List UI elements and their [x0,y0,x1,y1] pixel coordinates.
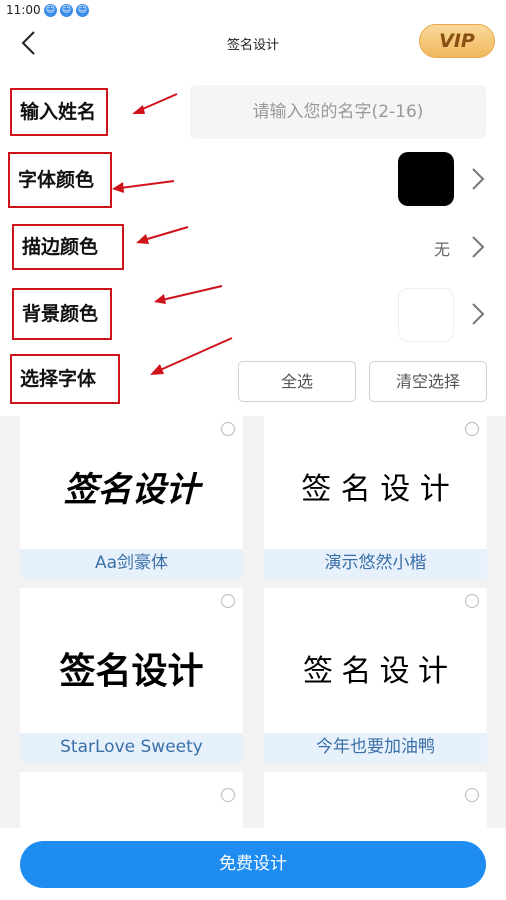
name-input[interactable]: 请输入您的名字(2-16) [190,85,486,139]
chevron-right-icon[interactable] [470,301,486,327]
clear-selection-button[interactable]: 清空选择 [369,361,487,402]
status-bar: 11:00 ☺ ☺ ☺ [0,0,506,22]
chevron-right-icon[interactable] [470,166,486,192]
font-sample: 签名设计 [63,470,200,510]
annotation-arrow [136,226,189,244]
font-radio[interactable] [465,422,479,436]
font-radio[interactable] [221,594,235,608]
bg-color-label: 背景颜色 [12,288,112,340]
annotation-arrow [112,180,175,193]
font-card[interactable]: 签 名 设 计 演示悠然小楷 [264,416,487,578]
stroke-color-value[interactable]: 无 [434,236,450,260]
font-name: StarLove Sweety [20,733,243,762]
font-sample: 签名设计 [59,650,204,691]
free-design-button[interactable]: 免费设计 [20,841,486,888]
annotation-arrow [132,93,178,114]
font-card[interactable]: 签 名 设 计 今年也要加油鸭 [264,588,487,762]
notification-icon: ☺ [76,4,89,17]
notification-icon: ☺ [60,4,73,17]
font-radio[interactable] [221,422,235,436]
bottom-bar: 免费设计 [0,828,506,900]
vip-button[interactable]: VIP [419,24,495,58]
status-time: 11:00 [6,3,41,17]
name-label: 输入姓名 [10,88,108,136]
font-color-swatch[interactable] [398,152,454,206]
font-card[interactable] [264,772,487,828]
font-sample: 签 名 设 计 [301,472,450,507]
font-card[interactable]: 签名设计 StarLove Sweety [20,588,243,762]
font-radio[interactable] [221,788,235,802]
font-name: 今年也要加油鸭 [264,733,487,762]
chevron-right-icon[interactable] [470,234,486,260]
font-card[interactable]: 签名设计 Aa剑豪体 [20,416,243,578]
stroke-color-label: 描边颜色 [12,224,124,270]
font-radio[interactable] [465,594,479,608]
font-sample: 签 名 设 计 [302,655,448,688]
font-name: 演示悠然小楷 [264,549,487,578]
select-all-button[interactable]: 全选 [238,361,356,402]
font-radio[interactable] [465,788,479,802]
font-select-label: 选择字体 [10,354,120,404]
font-card[interactable] [20,772,243,828]
top-bar: 签名设计 VIP [0,22,506,66]
font-color-label: 字体颜色 [8,152,112,208]
notification-icon: ☺ [44,4,57,17]
font-name: Aa剑豪体 [20,549,243,578]
annotation-arrow [150,337,233,375]
bg-color-swatch[interactable] [398,288,454,342]
annotation-arrow [154,285,223,304]
